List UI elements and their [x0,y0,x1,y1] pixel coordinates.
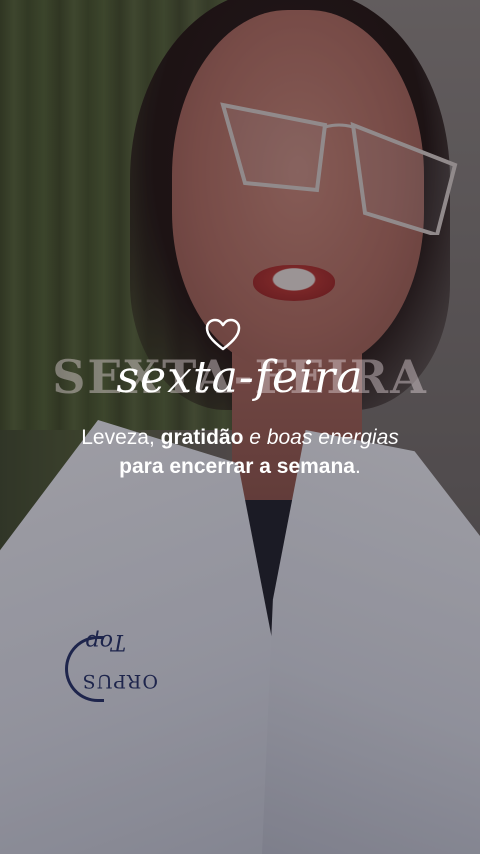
story-photo: Top ORPUS SEXTA-FEIRA sexta-feira Leveza… [0,0,480,854]
caption-gratidao: gratidão [160,426,244,449]
caption-e: e [243,426,267,449]
caption-line-1: Leveza, gratidão e boas energias [0,426,480,450]
title-script-text: sexta-feira [116,352,364,403]
caption-line-2: para encerrar a semana. [0,455,480,479]
caption-period: . [354,455,361,478]
caption-leveza: Leveza, [81,426,161,449]
heart-outline-icon [205,318,241,351]
caption-boas-energias: boas energias [266,426,399,449]
caption-encerrar: para encerrar a semana [119,455,355,478]
